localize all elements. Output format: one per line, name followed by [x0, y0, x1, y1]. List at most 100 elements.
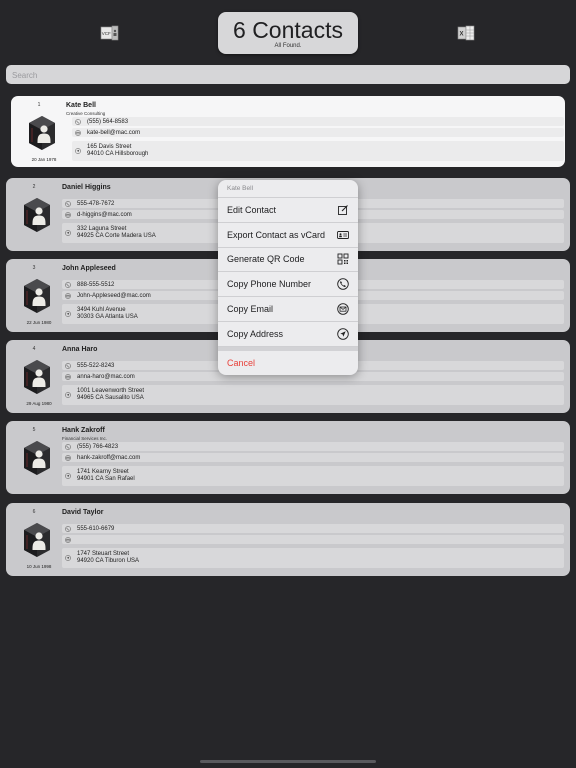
- contact-address-row[interactable]: 1001 Leavenworth Street 94965 CA Sausalit…: [62, 385, 564, 405]
- contact-address: 332 Laguna Street 94925 CA Corte Madera U…: [77, 226, 156, 240]
- contact-address-row[interactable]: 165 Davis Street 94010 CA Hillsborough: [72, 141, 564, 161]
- contact-card[interactable]: 1 20 Jan 1978 Kate Bell Creative Consulting…: [11, 96, 565, 167]
- contact-index: 5: [32, 427, 36, 433]
- contact-phone-row[interactable]: 555-610-6679: [62, 524, 564, 533]
- menu-item-edit-contact[interactable]: Edit Contact: [218, 198, 358, 223]
- contact-city: 94901 CA San Rafael: [77, 476, 135, 482]
- contact-avatar-icon: [22, 196, 52, 234]
- contact-index: 2: [32, 184, 36, 190]
- menu-cancel-button[interactable]: Cancel: [218, 351, 358, 375]
- contact-company: Creative Consulting: [66, 111, 106, 116]
- page-subtitle: All Found.: [274, 43, 302, 49]
- email-icon: [65, 211, 71, 218]
- contact-avatar-icon: [27, 114, 57, 152]
- contact-city: 30303 GA Atlanta USA: [77, 314, 138, 320]
- contact-phone-row[interactable]: (555) 564-8583: [72, 117, 564, 126]
- contact-email: kate-bell@mac.com: [87, 129, 141, 136]
- contact-avatar-icon: [22, 277, 52, 315]
- location-icon: [65, 311, 71, 317]
- email-icon: [75, 129, 81, 136]
- vcard-icon: [337, 229, 349, 241]
- contact-card[interactable]: 6 10 Jun 1998 David Taylor 555-610-6679 1747…: [6, 503, 570, 576]
- contact-street: 3494 Kuhl Avenue: [77, 307, 126, 313]
- contact-city: 94965 CA Sausalito USA: [77, 395, 144, 401]
- contact-city: 94920 CA Tiburon USA: [77, 558, 140, 564]
- home-indicator: [200, 760, 376, 763]
- menu-item-label: Copy Address: [227, 328, 284, 339]
- location-icon: [75, 148, 81, 154]
- email-icon: [337, 303, 349, 315]
- menu-item-copy-phone[interactable]: Copy Phone Number: [218, 272, 358, 298]
- context-menu-header: Kate Bell: [218, 180, 358, 198]
- qr-code-icon: [337, 253, 349, 265]
- contact-address: 3494 Kuhl Avenue 30303 GA Atlanta USA: [77, 307, 138, 321]
- contact-street: 332 Laguna Street: [77, 226, 127, 232]
- phone-icon: [65, 281, 71, 288]
- contact-card[interactable]: 5 Hank Zakroff Financial Services Inc. (555…: [6, 421, 570, 494]
- phone-icon: [65, 362, 71, 369]
- contact-birthday: 20 Jan 1978: [31, 157, 57, 162]
- contact-street: 165 Davis Street: [87, 144, 132, 150]
- contact-email: John-Appleseed@mac.com: [77, 292, 151, 299]
- contact-address-row[interactable]: 1747 Steuart Street 94920 CA Tiburon USA: [62, 548, 564, 568]
- email-icon: [65, 292, 71, 299]
- contact-phone: (555) 766-4823: [77, 443, 119, 450]
- contact-name: Hank Zakroff: [62, 427, 105, 434]
- contact-email: hank-zakroff@mac.com: [77, 454, 141, 461]
- contact-address-row[interactable]: 1741 Kearny Street 94901 CA San Rafael: [62, 466, 564, 486]
- contact-city: 94925 CA Corte Madera USA: [77, 233, 156, 239]
- location-icon: [65, 555, 71, 561]
- phone-icon: [337, 278, 349, 291]
- contact-address: 1001 Leavenworth Street 94965 CA Sausalit…: [77, 388, 144, 402]
- contact-email-row[interactable]: [62, 535, 564, 544]
- menu-item-label: Export Contact as vCard: [227, 229, 326, 240]
- svg-text:VCF: VCF: [102, 31, 111, 36]
- phone-icon: [65, 443, 71, 450]
- contact-context-menu: Kate Bell Edit Contact Export Contact as…: [218, 180, 358, 375]
- contact-phone: 555-610-6679: [77, 525, 115, 532]
- contact-birthday: 29 Aug 1980: [26, 401, 52, 406]
- contact-street: 1741 Kearny Street: [77, 469, 129, 475]
- contact-avatar-icon: [22, 358, 52, 396]
- phone-icon: [65, 525, 71, 532]
- menu-item-copy-email[interactable]: Copy Email: [218, 297, 358, 322]
- edit-icon: [337, 204, 349, 216]
- vcf-export-button[interactable]: VCF: [100, 24, 120, 42]
- contact-index: 1: [37, 102, 41, 108]
- contact-email: anna-haro@mac.com: [77, 373, 135, 380]
- location-icon: [65, 473, 71, 479]
- contact-email-row[interactable]: kate-bell@mac.com: [72, 128, 564, 137]
- vcf-export-icon: VCF: [100, 25, 119, 41]
- contact-avatar-icon: [22, 439, 52, 477]
- search-bar[interactable]: [6, 65, 570, 85]
- contact-phone-row[interactable]: (555) 766-4823: [62, 442, 564, 451]
- contact-index: 6: [32, 509, 36, 515]
- contact-email-row[interactable]: hank-zakroff@mac.com: [62, 453, 564, 462]
- contact-phone: 555-478-7672: [77, 200, 115, 207]
- phone-icon: [65, 200, 71, 207]
- contact-index: 3: [32, 265, 36, 271]
- menu-item-label: Copy Email: [227, 304, 274, 315]
- location-icon: [65, 230, 71, 236]
- contact-phone: (555) 564-8583: [87, 118, 129, 125]
- contact-street: 1001 Leavenworth Street: [77, 388, 145, 394]
- contact-name: Anna Haro: [62, 346, 98, 353]
- contact-phone: 555-522-8243: [77, 362, 115, 369]
- menu-item-label: Edit Contact: [227, 204, 277, 215]
- contact-address: 1747 Steuart Street 94920 CA Tiburon USA: [77, 551, 139, 565]
- contact-email: d-higgins@mac.com: [77, 211, 132, 218]
- contact-company: Financial Services Inc.: [62, 436, 108, 441]
- contact-name: John Appleseed: [62, 265, 116, 272]
- contact-street: 1747 Steuart Street: [77, 551, 130, 557]
- excel-export-icon: X: [457, 25, 475, 41]
- menu-item-copy-address[interactable]: Copy Address: [218, 322, 358, 347]
- menu-item-generate-qr[interactable]: Generate QR Code: [218, 248, 358, 273]
- location-icon: [65, 392, 71, 398]
- email-icon: [65, 373, 71, 380]
- menu-item-export-vcard[interactable]: Export Contact as vCard: [218, 223, 358, 248]
- excel-export-button[interactable]: X: [456, 24, 476, 42]
- contact-name: Kate Bell: [66, 102, 96, 109]
- contact-address: 165 Davis Street 94010 CA Hillsborough: [87, 144, 148, 158]
- search-input[interactable]: [6, 66, 570, 85]
- email-icon: [65, 536, 71, 543]
